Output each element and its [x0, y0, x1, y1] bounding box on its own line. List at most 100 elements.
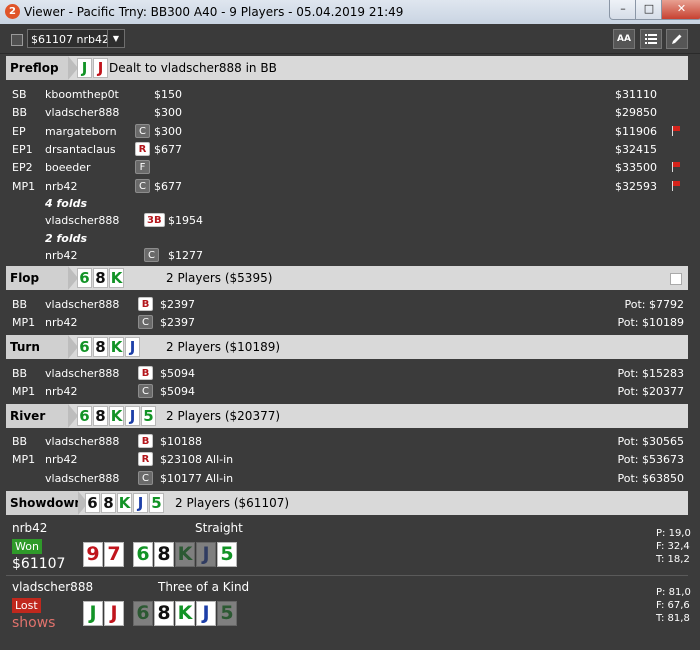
card: J [93, 58, 108, 78]
player-name: boeeder [45, 161, 91, 175]
pot-amount: Pot: $15283 [617, 367, 684, 380]
maximize-button[interactable]: □ [635, 0, 663, 20]
turn-info: 2 Players ($10189) [166, 340, 281, 354]
card: J [196, 601, 216, 626]
card: J [83, 601, 103, 626]
action-badge: B [138, 297, 153, 311]
action-badge: R [135, 141, 150, 156]
player-name: vladscher888 [45, 214, 120, 227]
stat-line: F: 67,6 [656, 600, 690, 611]
player-name: nrb42 [45, 385, 78, 399]
player-name: margateborn [45, 124, 117, 138]
title-bar: 2 Viewer - Pacific Trny: BB300 A40 - 9 P… [0, 0, 700, 24]
bet-amount: $677 [154, 179, 182, 193]
action-badge: C [135, 123, 150, 138]
card: 8 [93, 337, 108, 357]
flop-label[interactable]: Flop [6, 266, 78, 290]
card: 7 [104, 542, 124, 567]
action-badge: C [144, 248, 159, 262]
card: K [175, 601, 195, 626]
player-name: vladscher888 [45, 106, 120, 120]
position-label: BB [12, 367, 28, 380]
card: J [133, 493, 148, 513]
stack-amount: $33500 [615, 161, 657, 175]
bet-amount: $677 [154, 142, 182, 156]
action-badge: R [138, 452, 153, 467]
turn-label[interactable]: Turn [6, 335, 78, 359]
player-name: nrb42 [45, 249, 78, 262]
pencil-icon[interactable] [666, 29, 688, 49]
bet-amount: $2397 [160, 316, 195, 330]
player-name: nrb42 [45, 179, 78, 193]
position-label: SB [12, 88, 27, 101]
river-info: 2 Players ($20377) [166, 409, 281, 423]
card: 6 [133, 542, 153, 567]
card: 5 [141, 406, 156, 426]
card: K [175, 542, 195, 567]
result-badge-won: Won [12, 539, 42, 554]
pot-amount: Pot: $30565 [617, 435, 684, 448]
position-label: MP1 [12, 316, 36, 330]
player-name: kboomthep0t [45, 88, 119, 101]
bet-amount: $10188 [160, 435, 202, 448]
showdown-player-name: nrb42 [12, 521, 48, 535]
note-icon[interactable] [670, 273, 682, 285]
font-size-button[interactable]: AA [613, 29, 635, 49]
player-name: vladscher888 [45, 367, 120, 380]
action-badge: C [138, 315, 153, 330]
stack-amount: $11906 [615, 124, 657, 138]
pot-amount: Pot: $63850 [617, 471, 684, 485]
hand-checkbox[interactable] [11, 34, 23, 46]
position-label: EP2 [12, 161, 33, 175]
card: K [109, 406, 124, 426]
player-name: drsantaclaus [45, 142, 116, 156]
pot-amount: Pot: $10189 [617, 316, 684, 330]
card: 5 [217, 601, 237, 626]
stat-line: P: 81,0 [656, 587, 691, 598]
position-label: EP1 [12, 142, 33, 156]
card: J [125, 337, 140, 357]
bet-amount: $5094 [160, 367, 195, 380]
pot-amount: Pot: $53673 [617, 453, 684, 467]
player-name: vladscher888 [45, 298, 120, 311]
minimize-button[interactable]: – [609, 0, 637, 20]
card: 8 [93, 406, 108, 426]
list-icon[interactable] [640, 29, 662, 49]
hand-select[interactable]: $61107 nrb42 ▼ [27, 29, 125, 48]
close-button[interactable]: ✕ [661, 0, 700, 20]
card: 5 [149, 493, 164, 513]
card: 5 [217, 542, 237, 567]
pot-amount: Pot: $20377 [617, 385, 684, 399]
showdown-label[interactable]: Showdown [6, 491, 88, 515]
action-badge: C [138, 470, 153, 485]
bet-amount: $23108 All-in [160, 453, 234, 467]
divider [6, 575, 688, 576]
position-label: MP1 [12, 453, 36, 467]
card: 6 [85, 493, 100, 513]
card: J [196, 542, 216, 567]
flag-icon [671, 162, 681, 173]
folds-note: 2 folds [45, 232, 88, 245]
player-name: vladscher888 [45, 435, 120, 448]
pot-amount: Pot: $7792 [624, 298, 684, 311]
player-name: vladscher888 [45, 471, 120, 485]
action-badge: B [138, 366, 153, 380]
hand-rank: Straight [195, 521, 243, 535]
preflop-section-bar: Preflop Dealt to vladscher888 in BB [6, 56, 688, 80]
stat-line: P: 19,0 [656, 528, 691, 539]
action-badge: 3B [144, 213, 165, 227]
river-label[interactable]: River [6, 404, 78, 428]
window-title: Viewer - Pacific Trny: BB300 A40 - 9 Pla… [24, 5, 404, 19]
preflop-label[interactable]: Preflop [6, 56, 78, 80]
bet-amount: $2397 [160, 298, 195, 311]
position-label: BB [12, 106, 28, 120]
shows-label: shows [12, 615, 56, 631]
position-label: MP1 [12, 385, 36, 399]
position-label: MP1 [12, 179, 36, 193]
stack-amount: $32415 [615, 142, 657, 156]
position-label: BB [12, 435, 28, 448]
preflop-info: Dealt to vladscher888 in BB [109, 61, 277, 75]
flag-icon [671, 125, 681, 136]
showdown-player-name: vladscher888 [12, 580, 94, 594]
showdown-info: 2 Players ($61107) [175, 496, 290, 510]
